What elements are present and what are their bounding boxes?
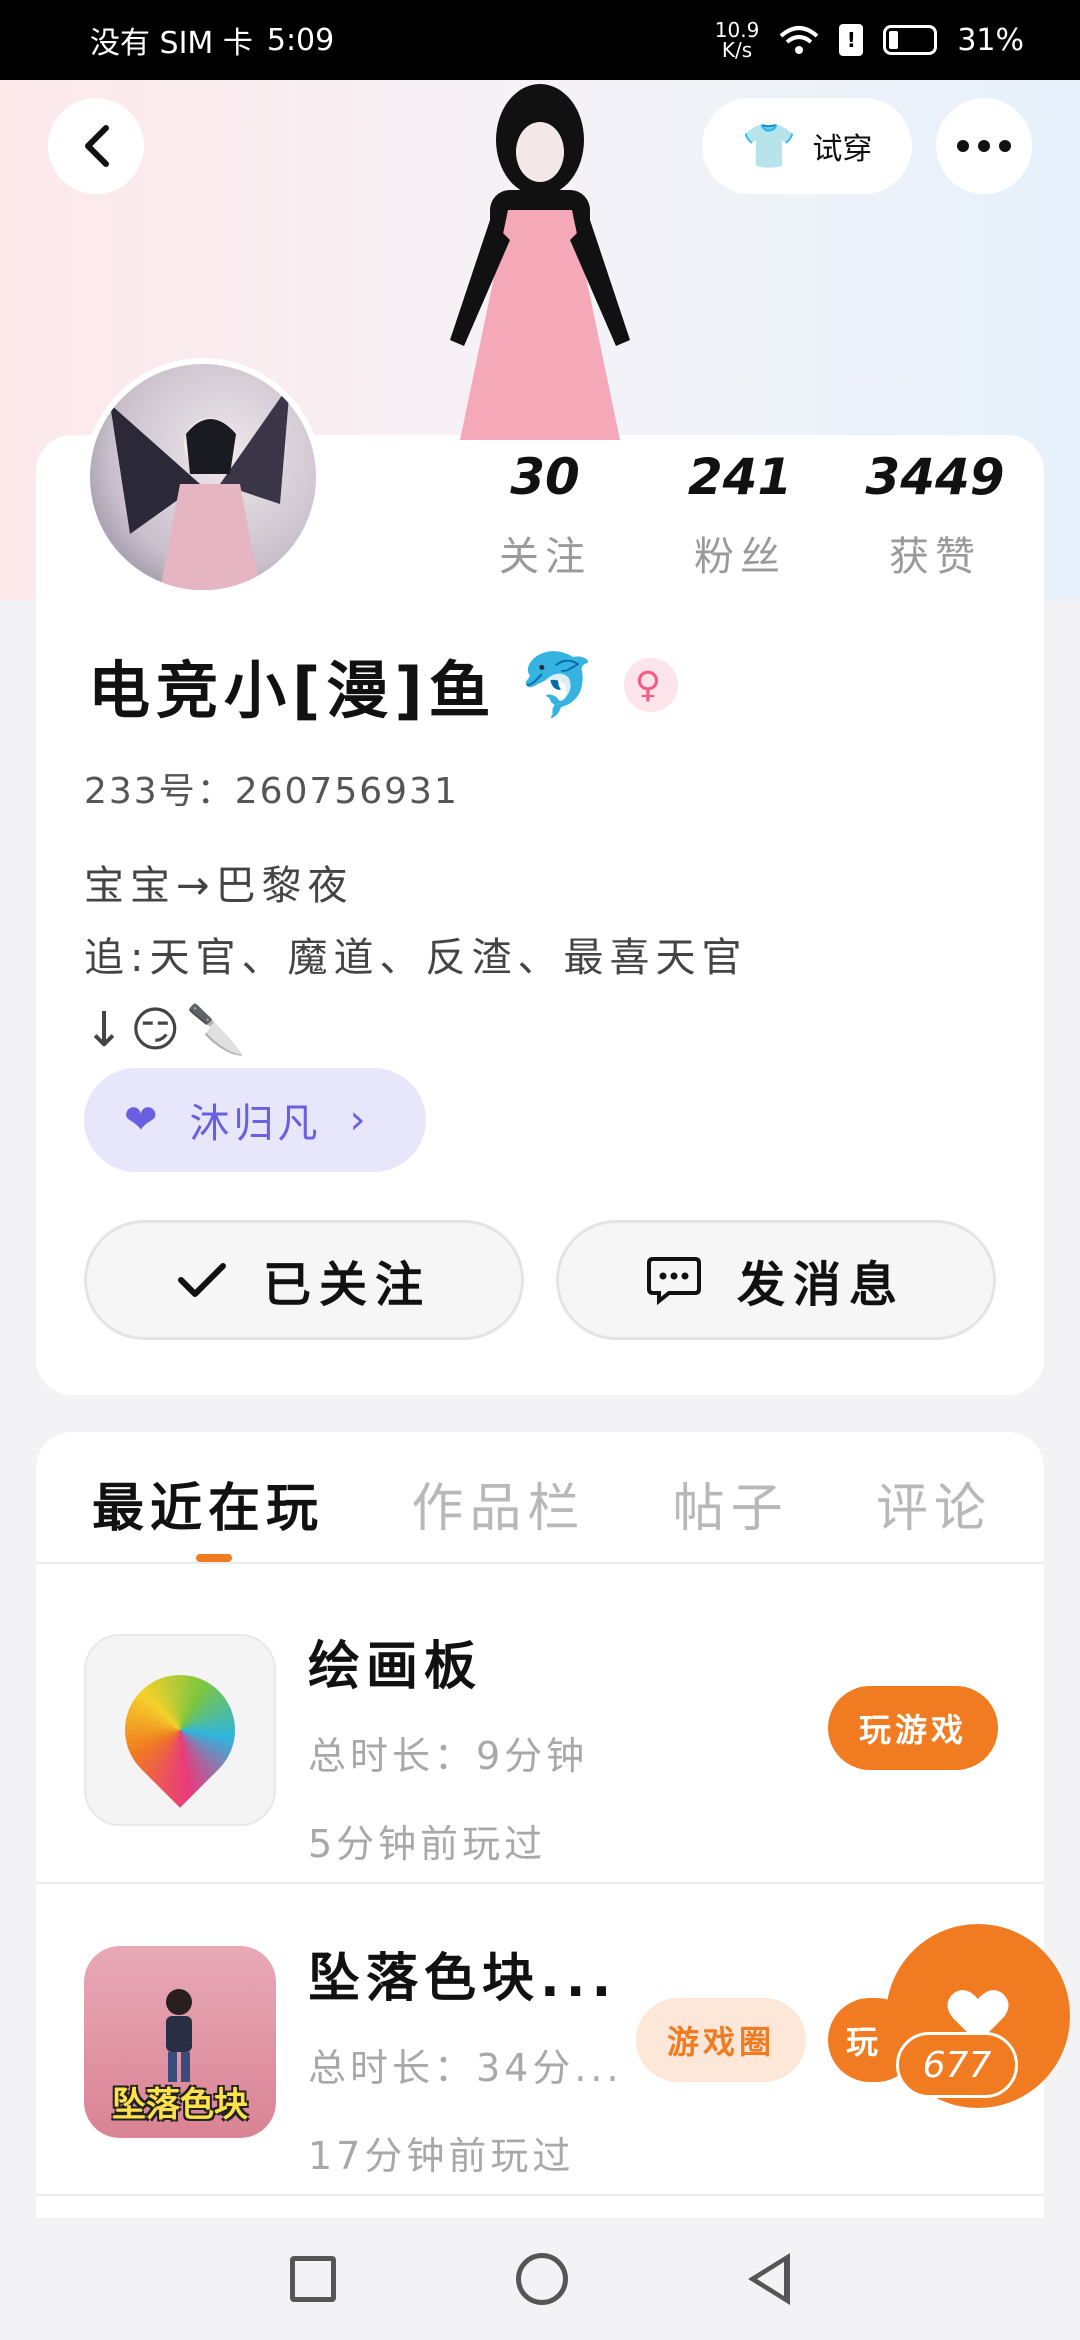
guild-name: 沐归凡 bbox=[189, 1101, 322, 1147]
bio-line: 追:天官、魔道、反渣、最喜天官 bbox=[84, 935, 748, 981]
carrier-text: 没有 SIM 卡 bbox=[90, 26, 253, 61]
net-speed-unit: K/s bbox=[721, 38, 753, 62]
game-character-image bbox=[166, 1989, 192, 2082]
game-meta: 总时长：34分... 17分钟前玩过 bbox=[308, 2024, 623, 2200]
net-speed: 10.9 K/s bbox=[715, 20, 760, 60]
tab-posts[interactable]: 帖子 bbox=[673, 1466, 789, 1551]
back-button[interactable] bbox=[48, 98, 144, 194]
tab-comments[interactable]: 评论 bbox=[876, 1466, 992, 1551]
stat-label: 粉丝 bbox=[694, 534, 786, 580]
nickname-row: 电竞小[漫]鱼 🐬 ♀ bbox=[88, 640, 678, 730]
user-id-text[interactable]: 233号：260756931 bbox=[84, 762, 459, 814]
game-last-played: 17分钟前玩过 bbox=[308, 2134, 575, 2178]
falling-blocks-game-icon: 坠落色块 bbox=[84, 1946, 276, 2138]
clock-text: 5:09 bbox=[266, 22, 335, 58]
tab-recently-played[interactable]: 最近在玩 bbox=[92, 1466, 324, 1551]
tab-divider bbox=[36, 1562, 1044, 1564]
status-left: 没有 SIM 卡 5:09 bbox=[90, 18, 334, 62]
stat-followers[interactable]: 241 粉丝 bbox=[655, 448, 825, 582]
nickname-text: 电竞小[漫]鱼 bbox=[88, 654, 497, 727]
more-dots-icon bbox=[957, 140, 1011, 152]
color-drop-icon bbox=[102, 1652, 258, 1808]
chevron-left-icon bbox=[85, 125, 109, 167]
recent-apps-icon[interactable] bbox=[290, 2256, 336, 2302]
avatar-image bbox=[110, 384, 290, 590]
game-last-played: 5分钟前玩过 bbox=[308, 1822, 547, 1866]
active-tab-indicator bbox=[196, 1554, 232, 1562]
message-label: 发消息 bbox=[736, 1257, 905, 1313]
drawing-board-app-icon bbox=[84, 1634, 276, 1826]
guild-heart-icon: ❤ bbox=[124, 1097, 162, 1143]
stat-likes[interactable]: 3449 获赞 bbox=[850, 448, 1020, 582]
tab-works[interactable]: 作品栏 bbox=[411, 1466, 585, 1551]
try-on-label: 试穿 bbox=[812, 132, 873, 167]
stat-value: 30 bbox=[510, 448, 580, 506]
follow-button[interactable]: 已关注 bbox=[84, 1220, 524, 1340]
stat-following[interactable]: 30 关注 bbox=[460, 448, 630, 582]
stat-value: 241 bbox=[687, 448, 793, 506]
net-speed-value: 10.9 bbox=[714, 18, 760, 42]
status-bar: 没有 SIM 卡 5:09 10.9 K/s ! 31% bbox=[0, 0, 1080, 80]
home-icon[interactable] bbox=[516, 2253, 568, 2305]
battery-icon bbox=[883, 25, 938, 55]
follow-label: 已关注 bbox=[262, 1257, 431, 1313]
wifi-icon bbox=[779, 26, 819, 54]
like-count-badge: 677 bbox=[896, 2032, 1018, 2098]
female-gender-icon: ♀ bbox=[623, 658, 678, 712]
shirt-icon: 👕 bbox=[741, 121, 797, 172]
chevron-right-icon: › bbox=[349, 1097, 370, 1143]
bio-line: ↓😏🔪 bbox=[84, 1002, 253, 1058]
game-name: 绘画板 bbox=[308, 1637, 483, 1697]
dolphin-icon: 🐬 bbox=[518, 648, 602, 721]
game-circle-button[interactable]: 游戏圈 bbox=[636, 1998, 806, 2082]
stat-label: 获赞 bbox=[889, 534, 981, 580]
character-avatar-figure[interactable] bbox=[430, 80, 650, 440]
bio: 宝宝→巴黎夜 追:天官、魔道、反渣、最喜天官 ↓😏🔪 bbox=[84, 850, 747, 1066]
sim-alert-icon: ! bbox=[839, 24, 864, 56]
profile-actions: 已关注 发消息 bbox=[84, 1220, 996, 1340]
list-item[interactable]: 绘画板 总时长：9分钟 5分钟前玩过 玩游戏 bbox=[36, 1574, 1044, 1884]
play-game-button[interactable]: 玩游戏 bbox=[828, 1686, 998, 1770]
battery-text: 31% bbox=[957, 22, 1024, 58]
system-nav-bar bbox=[0, 2218, 1080, 2340]
game-name: 坠落色块... bbox=[308, 1949, 618, 2009]
profile-tabs: 最近在玩 作品栏 帖子 评论 bbox=[92, 1466, 992, 1551]
stat-label: 关注 bbox=[499, 534, 591, 580]
message-button[interactable]: 发消息 bbox=[556, 1220, 996, 1340]
try-on-button[interactable]: 👕 试穿 bbox=[702, 98, 912, 194]
more-button[interactable] bbox=[936, 98, 1032, 194]
chat-bubble-icon bbox=[646, 1257, 701, 1305]
game-meta: 总时长：9分钟 5分钟前玩过 bbox=[308, 1712, 588, 1888]
status-right: 10.9 K/s ! 31% bbox=[715, 20, 1024, 60]
guild-chip[interactable]: ❤ 沐归凡 › bbox=[84, 1068, 426, 1172]
stat-value: 3449 bbox=[865, 448, 1005, 506]
back-triangle-icon[interactable] bbox=[748, 2253, 790, 2305]
profile-avatar[interactable] bbox=[84, 358, 322, 596]
game-total-time: 总时长：9分钟 bbox=[308, 1734, 589, 1778]
bio-line: 宝宝→巴黎夜 bbox=[84, 863, 354, 909]
check-icon bbox=[177, 1263, 226, 1297]
game-total-time: 总时长：34分... bbox=[308, 2046, 623, 2090]
profile-stats: 30 关注 241 粉丝 3449 获赞 bbox=[460, 448, 1020, 582]
